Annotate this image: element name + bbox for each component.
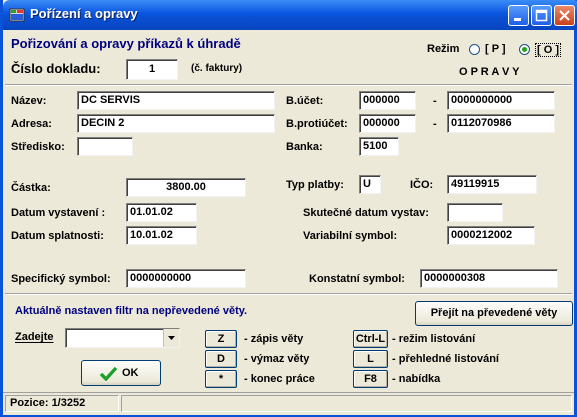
shortcut-d-key[interactable]: D: [205, 350, 237, 368]
switch-filter-button[interactable]: Přejít na převedené věty: [415, 301, 573, 326]
form-heading: Pořizování a opravy příkazů k úhradě: [11, 36, 241, 51]
mode-o-radio[interactable]: [519, 44, 530, 55]
zadejte-label-text: Zadejte: [15, 331, 54, 343]
app-icon: [9, 8, 25, 22]
separator: [5, 84, 572, 86]
doc-number-note: (č. faktury): [191, 63, 243, 74]
chevron-down-icon: [168, 336, 175, 340]
shortcut-star-text: - konec práce: [244, 373, 315, 385]
bucet-prefix-field[interactable]: 000000: [359, 91, 416, 110]
adresa-label: Adresa:: [11, 118, 52, 130]
bprotiucet-prefix-field[interactable]: 000000: [359, 114, 416, 133]
mode-p-radio[interactable]: [469, 44, 480, 55]
doc-number-label: Číslo dokladu:: [11, 61, 101, 76]
shortcut-l-text: - přehledné listování: [392, 353, 499, 365]
zadejte-label: Zadejte: [15, 331, 54, 343]
datum-splatnosti-field[interactable]: 10.01.02: [126, 226, 197, 245]
title-bar[interactable]: Pořízení a opravy: [3, 0, 577, 30]
banka-label: Banka:: [286, 141, 323, 153]
checkmark-icon: [100, 366, 117, 381]
close-button[interactable]: [554, 5, 575, 26]
mode-title: O P R A V Y: [459, 66, 520, 78]
shortcut-star-key[interactable]: *: [205, 370, 237, 388]
shortcut-z-text: - zápis věty: [244, 333, 304, 345]
shortcut-f8-key[interactable]: F8: [353, 370, 388, 388]
adresa-field[interactable]: DECIN 2: [77, 114, 275, 133]
ico-label: IČO:: [410, 179, 434, 191]
dropdown-button[interactable]: [163, 329, 179, 347]
maximize-button[interactable]: [531, 5, 552, 26]
window-title: Pořízení a opravy: [30, 6, 138, 21]
datum-vystaveni-label: Datum vystavení :: [11, 207, 106, 219]
mode-p-label[interactable]: [ P ]: [485, 43, 506, 55]
shortcut-z-key[interactable]: Z: [205, 330, 237, 348]
skutecne-datum-label: Skutečné datum vystav:: [303, 207, 429, 219]
ico-field[interactable]: 49119915: [447, 175, 537, 194]
typ-platby-field[interactable]: U: [359, 175, 381, 194]
shortcut-ctrl-l-text: - režim listování: [392, 333, 476, 345]
nazev-field[interactable]: DC SERVIS: [77, 91, 275, 110]
mode-o-label[interactable]: [ O ]: [535, 43, 561, 57]
status-panel: [121, 395, 572, 412]
minimize-icon: [514, 18, 521, 21]
specificky-label: Specifický symbol:: [11, 273, 111, 285]
doc-number-field[interactable]: 1: [126, 59, 178, 80]
shortcut-l-key[interactable]: L: [353, 350, 388, 368]
mode-label: Režim: [427, 43, 460, 55]
stredisko-label: Středisko:: [11, 141, 65, 153]
bucet-number-field[interactable]: 0000000000: [447, 91, 555, 110]
app-window: Pořízení a opravy Pořizování a opravy př…: [0, 0, 577, 417]
minimize-button[interactable]: [508, 5, 529, 26]
shortcut-d-text: - výmaz věty: [244, 353, 310, 365]
castka-field[interactable]: 3800.00: [126, 178, 246, 197]
konstantni-label: Konstatní symbol:: [309, 273, 405, 285]
filter-status-text: Aktuálně nastaven filtr na nepřevedené v…: [15, 305, 248, 317]
shortcut-f8-text: - nabídka: [392, 373, 441, 385]
zadejte-select[interactable]: [65, 328, 180, 348]
skutecne-datum-field[interactable]: [447, 203, 503, 222]
specificky-field[interactable]: 0000000000: [126, 269, 246, 288]
variabilni-field[interactable]: 0000212002: [447, 226, 535, 245]
shortcut-ctrl-l-key[interactable]: Ctrl-L: [353, 330, 388, 348]
datum-vystaveni-field[interactable]: 01.01.02: [126, 203, 197, 222]
bucet-dash: -: [433, 95, 437, 107]
ok-button[interactable]: OK: [81, 360, 161, 386]
bprotiucet-number-field[interactable]: 0112070986: [447, 114, 555, 133]
datum-splatnosti-label: Datum splatnosti:: [11, 230, 104, 242]
castka-label: Částka:: [11, 182, 51, 194]
typ-platby-label: Typ platby:: [286, 179, 344, 191]
bucet-label: B.účet:: [286, 95, 324, 107]
banka-field[interactable]: 5100: [359, 137, 399, 156]
nazev-label: Název:: [11, 95, 47, 107]
ok-label: OK: [122, 367, 139, 379]
separator: [5, 293, 572, 295]
maximize-icon: [535, 9, 548, 22]
status-bar: Pozice: 1/3252: [3, 392, 574, 415]
close-icon: [559, 10, 570, 21]
konstantni-field[interactable]: 0000000308: [420, 269, 558, 288]
bprotiucet-label: B.protiúčet:: [286, 118, 348, 130]
stredisko-field[interactable]: [77, 137, 133, 156]
bprotiucet-dash: -: [433, 118, 437, 130]
variabilni-label: Variabilní symbol:: [303, 230, 398, 242]
status-position: Pozice: 1/3252: [5, 395, 119, 412]
